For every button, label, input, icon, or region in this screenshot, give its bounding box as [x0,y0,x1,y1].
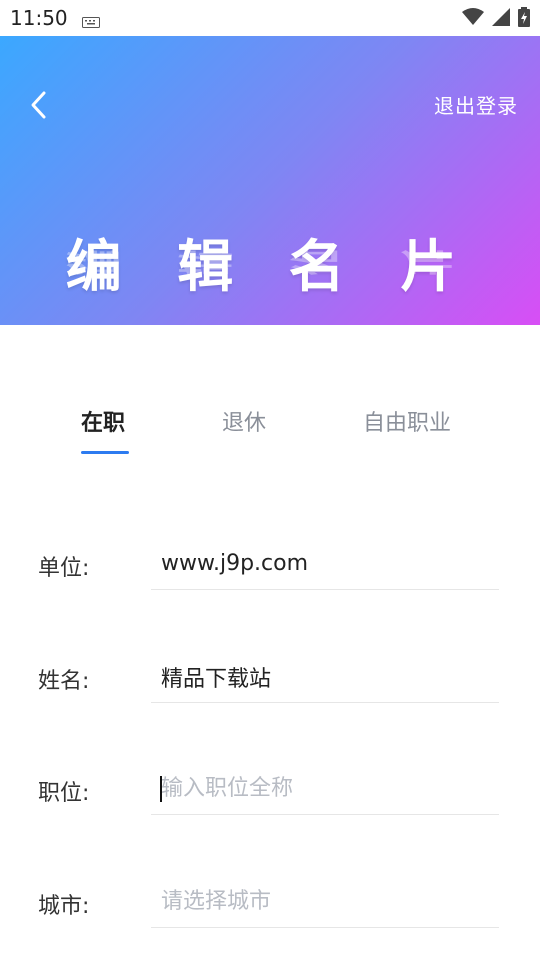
page-title-reflection: 编 辑 名 片 [65,246,475,277]
back-button[interactable] [26,88,56,122]
position-label: 职位: [38,781,90,806]
tab-freelance[interactable]: 自由职业 [363,405,451,437]
city-label: 城市: [38,894,90,919]
battery-icon [518,7,530,31]
chevron-left-icon [31,91,46,119]
name-input[interactable] [151,651,499,703]
tab-employed[interactable]: 在职 [81,405,125,437]
city-select[interactable]: 请选择城市 [151,876,499,928]
active-tab-indicator [81,451,129,454]
company-input[interactable] [151,538,499,590]
city-row: 城市: 请选择城市 [0,876,540,936]
signal-icon [492,8,510,30]
company-row: 单位: [0,538,540,598]
logout-button[interactable]: 退出登录 [434,90,518,119]
text-cursor [160,776,162,802]
keyboard-icon [82,13,100,32]
company-label: 单位: [38,556,90,581]
employment-tabs: 在职 退休 自由职业 [0,405,540,455]
position-row: 职位: [0,763,540,823]
status-bar: 11:50 [0,0,540,36]
tab-retired[interactable]: 退休 [222,405,266,437]
name-row: 姓名: [0,651,540,711]
wifi-icon [462,8,484,30]
status-time: 11:50 [10,6,68,30]
header-banner: 退出登录 编 辑 名 片 编 辑 名 片 [0,36,540,325]
name-label: 姓名: [38,669,90,694]
position-input[interactable] [151,763,499,815]
